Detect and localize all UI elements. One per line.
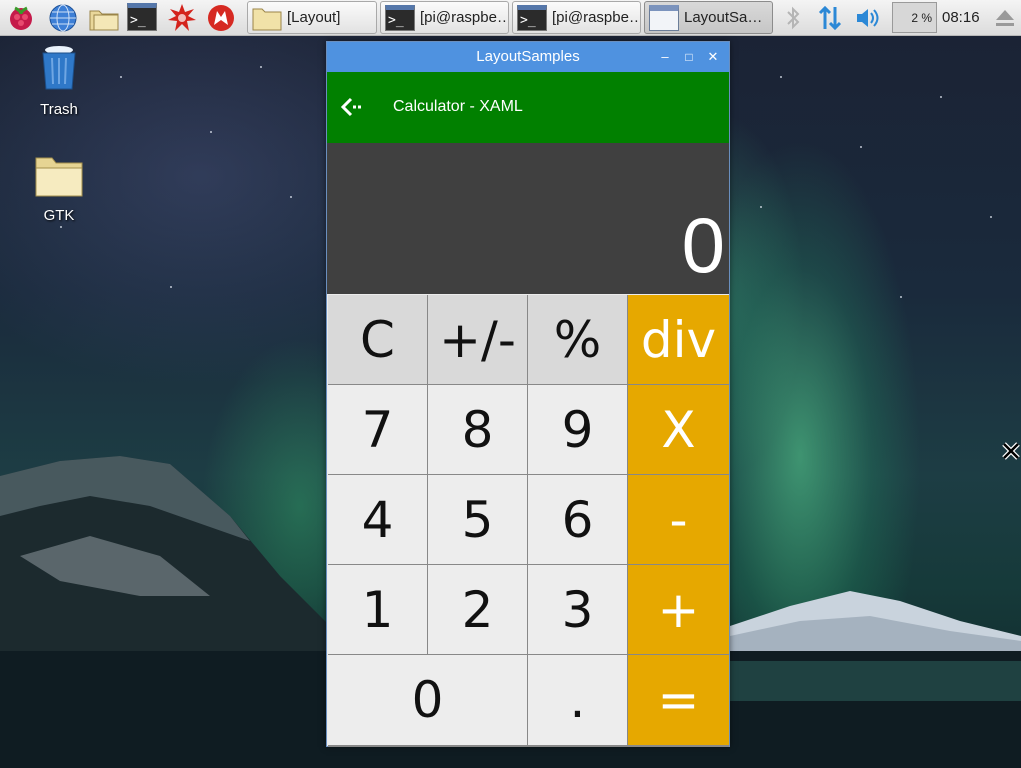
- close-button[interactable]: ✕: [701, 42, 725, 72]
- desktop-icon-label: Trash: [40, 101, 78, 118]
- task-button-terminal-2[interactable]: >_ [pi@raspbe…: [512, 1, 641, 34]
- digit-2-button[interactable]: 2: [428, 565, 527, 654]
- maximize-button[interactable]: □: [677, 42, 701, 72]
- task-button-terminal-1[interactable]: >_ [pi@raspbe…: [380, 1, 509, 34]
- clock[interactable]: 08:16: [942, 9, 980, 26]
- window-title: LayoutSamples: [476, 48, 580, 65]
- window-titlebar[interactable]: LayoutSamples – □ ✕: [327, 42, 729, 72]
- desktop-icon-gtk[interactable]: GTK: [19, 154, 99, 224]
- calculator-keypad: C +/- % div 7 8 9 X 4 5 6 - 1 2 3 + 0 . …: [328, 295, 729, 747]
- terminal-icon: >_: [517, 4, 547, 31]
- taskbar: >_ [Layout] >_ [pi@raspbe… >_ [pi@raspbe…: [0, 0, 1021, 36]
- sign-toggle-button[interactable]: +/-: [428, 295, 527, 384]
- task-button-layoutsamples[interactable]: LayoutSa…: [644, 1, 773, 34]
- add-button[interactable]: +: [628, 565, 729, 654]
- bluetooth-icon[interactable]: [782, 3, 804, 33]
- desktop-icon-trash[interactable]: Trash: [19, 44, 99, 118]
- terminal-icon: >_: [385, 4, 415, 31]
- minimize-button[interactable]: –: [653, 42, 677, 72]
- decimal-button[interactable]: .: [528, 655, 627, 745]
- clear-button[interactable]: C: [328, 295, 427, 384]
- mouse-cursor-icon: [1002, 442, 1020, 460]
- app-navigation-bar: Calculator - XAML: [327, 72, 729, 143]
- digit-8-button[interactable]: 8: [428, 385, 527, 474]
- back-arrow-icon[interactable]: [340, 97, 363, 117]
- raspberry-menu-icon[interactable]: [6, 3, 36, 33]
- calculator-display: 0: [327, 143, 729, 294]
- app-window: LayoutSamples – □ ✕ Calculator - XAML 0 …: [326, 41, 730, 747]
- web-browser-icon[interactable]: [48, 3, 78, 33]
- window-icon: [649, 4, 679, 31]
- folder-icon: [35, 157, 83, 197]
- digit-6-button[interactable]: 6: [528, 475, 627, 564]
- task-label: [pi@raspbe…: [420, 9, 508, 26]
- terminal-launcher-icon[interactable]: >_: [127, 3, 157, 33]
- digit-4-button[interactable]: 4: [328, 475, 427, 564]
- percent-button[interactable]: %: [528, 295, 627, 384]
- multiply-button[interactable]: X: [628, 385, 729, 474]
- network-icon[interactable]: [816, 3, 844, 33]
- math-kernel-icon[interactable]: [167, 3, 197, 33]
- digit-9-button[interactable]: 9: [528, 385, 627, 474]
- task-label: [Layout]: [287, 9, 341, 26]
- digit-1-button[interactable]: 1: [328, 565, 427, 654]
- divide-button[interactable]: div: [628, 295, 729, 384]
- digit-0-button[interactable]: 0: [328, 655, 527, 745]
- subtract-button[interactable]: -: [628, 475, 729, 564]
- digit-3-button[interactable]: 3: [528, 565, 627, 654]
- trash-icon: [42, 46, 76, 90]
- task-label: LayoutSa…: [684, 9, 763, 26]
- volume-icon[interactable]: [854, 3, 882, 33]
- display-value: 0: [681, 201, 725, 289]
- page-title: Calculator - XAML: [393, 98, 523, 115]
- cpu-monitor[interactable]: 2 %: [892, 2, 937, 33]
- file-manager-icon[interactable]: [88, 3, 119, 33]
- eject-icon[interactable]: [993, 3, 1017, 33]
- digit-5-button[interactable]: 5: [428, 475, 527, 564]
- wolfram-icon[interactable]: [206, 3, 236, 33]
- folder-icon: [252, 5, 282, 31]
- task-button-layout[interactable]: [Layout]: [247, 1, 377, 34]
- cpu-usage-text: 2 %: [911, 11, 932, 25]
- desktop-icon-label: GTK: [43, 207, 75, 224]
- digit-7-button[interactable]: 7: [328, 385, 427, 474]
- equals-button[interactable]: =: [628, 655, 729, 745]
- task-label: [pi@raspbe…: [552, 9, 640, 26]
